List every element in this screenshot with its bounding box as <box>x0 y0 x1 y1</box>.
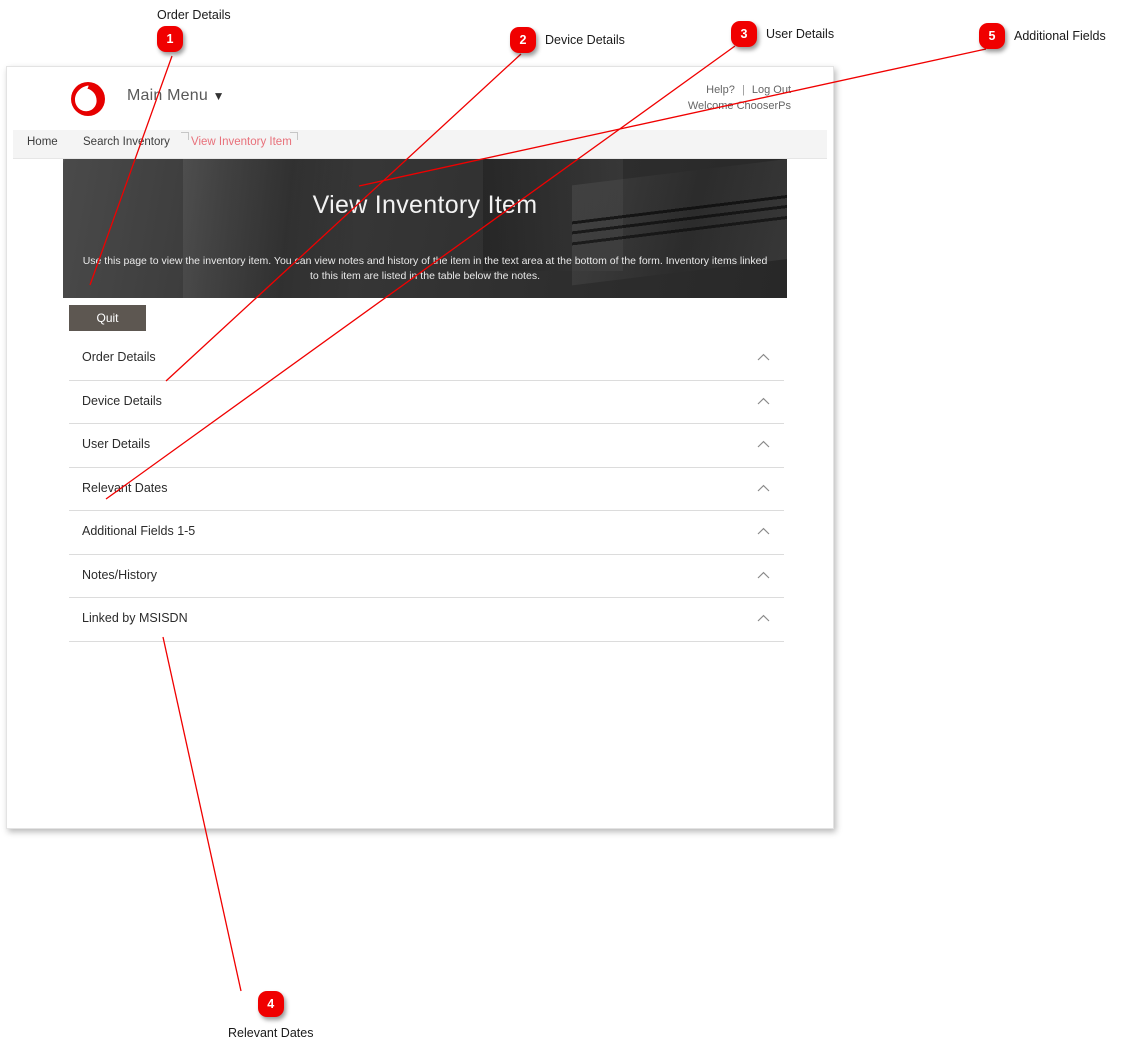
chevron-up-icon[interactable] <box>757 614 770 622</box>
breadcrumb-tabstrip: Home Search Inventory View Inventory Ite… <box>13 130 827 159</box>
accordion-label: Additional Fields 1-5 <box>82 524 196 538</box>
quit-button[interactable]: Quit <box>69 305 146 331</box>
tab-home[interactable]: Home <box>27 136 58 148</box>
annotation-label-2: Device Details <box>545 33 625 47</box>
accordion-label: Order Details <box>82 350 156 364</box>
accordion-label: Linked by MSISDN <box>82 611 188 625</box>
annotation-callout-2: 2 Device Details <box>510 27 625 53</box>
accordion-label: User Details <box>82 437 151 451</box>
site-header: Main Menu ▼ Help? | Log Out Welcome Choo… <box>7 67 833 130</box>
accordion-row-device-details[interactable]: Device Details <box>69 381 784 424</box>
link-separator: | <box>741 84 745 96</box>
tab-search-inventory[interactable]: Search Inventory <box>83 136 170 148</box>
accordion-row-user-details[interactable]: User Details <box>69 424 784 468</box>
tab-corner-mark <box>181 132 189 140</box>
annotation-callout-4: 4 Relevant Dates <box>228 991 313 1040</box>
annotation-label-4: Relevant Dates <box>228 1026 314 1040</box>
annotation-callout-5: 5 Additional Fields <box>979 23 1106 49</box>
annotation-callout-3: 3 User Details <box>731 21 834 47</box>
page-hero-banner: View Inventory Item Use this page to vie… <box>63 159 787 298</box>
annotation-badge-4: 4 <box>257 991 284 1017</box>
caret-down-icon: ▼ <box>212 89 225 103</box>
page-title: View Inventory Item <box>312 191 538 219</box>
application-page-card: Main Menu ▼ Help? | Log Out Welcome Choo… <box>6 66 834 829</box>
accordion-row-notes-history[interactable]: Notes/History <box>69 555 784 598</box>
vodafone-speechmark-logo-icon <box>68 79 108 119</box>
page-description: Use this page to view the inventory item… <box>82 255 768 282</box>
tab-view-inventory-item[interactable]: View Inventory Item <box>191 136 292 148</box>
accordion-row-order-details[interactable]: Order Details <box>69 337 784 381</box>
chevron-up-icon[interactable] <box>757 353 770 361</box>
accordion-row-linked-by-msisdn[interactable]: Linked by MSISDN <box>69 598 784 642</box>
annotation-badge-5: 5 <box>979 23 1005 49</box>
annotation-badge-1: 1 <box>157 26 183 52</box>
annotation-label-3: User Details <box>766 27 835 41</box>
annotation-badge-3: 3 <box>731 21 757 47</box>
accordion-sections: Order Details Device Details User Detail… <box>69 337 784 642</box>
help-link[interactable]: Help? <box>706 84 735 96</box>
annotation-label-5: Additional Fields <box>1014 29 1106 43</box>
welcome-text: Welcome ChooserPs <box>687 100 791 112</box>
chevron-up-icon[interactable] <box>757 397 770 405</box>
main-menu-dropdown[interactable]: Main Menu ▼ <box>127 87 225 105</box>
chevron-up-icon[interactable] <box>757 484 770 492</box>
chevron-up-icon[interactable] <box>757 571 770 579</box>
annotation-label-1: Order Details <box>157 8 231 22</box>
accordion-label: Device Details <box>82 393 162 408</box>
accordion-row-additional-fields[interactable]: Additional Fields 1-5 <box>69 511 784 555</box>
chevron-up-icon[interactable] <box>757 527 770 535</box>
accordion-row-relevant-dates[interactable]: Relevant Dates <box>69 468 784 511</box>
annotation-badge-2: 2 <box>510 27 536 53</box>
chevron-up-icon[interactable] <box>757 440 770 448</box>
annotation-callout-1: Order Details 1 <box>157 8 231 52</box>
tab-corner-mark <box>290 132 298 140</box>
accordion-label: Notes/History <box>82 567 158 582</box>
logout-link[interactable]: Log Out <box>752 84 791 96</box>
main-menu-label: Main Menu <box>127 87 208 104</box>
accordion-label: Relevant Dates <box>82 480 168 495</box>
header-utility-links: Help? | Log Out Welcome ChooserPs <box>688 82 791 114</box>
